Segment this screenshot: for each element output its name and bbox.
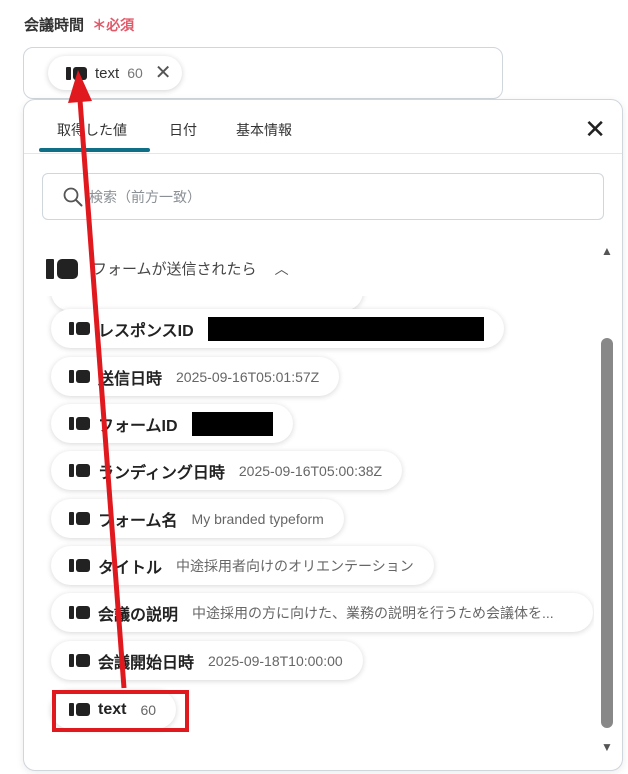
annotation-arrow [68,70,127,689]
